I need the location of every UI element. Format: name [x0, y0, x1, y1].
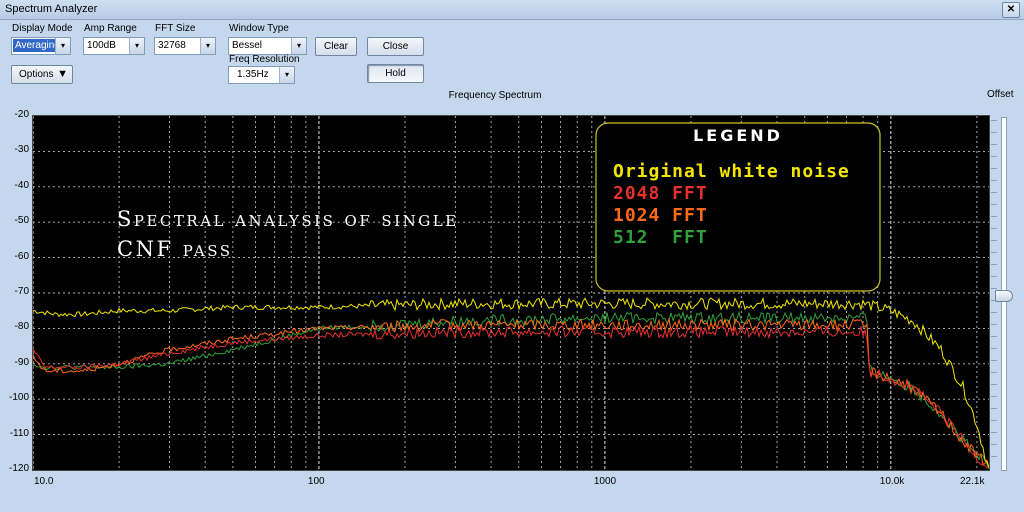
- slider-tick: [991, 456, 997, 457]
- slider-tick: [991, 432, 997, 433]
- chevron-down-icon[interactable]: ▾: [200, 38, 215, 54]
- offset-slider-thumb[interactable]: [995, 290, 1013, 302]
- offset-label: Offset: [987, 89, 1014, 100]
- slider-tick: [991, 252, 997, 253]
- window-type-label: Window Type: [229, 23, 289, 34]
- window-type-select[interactable]: Bessel ▾: [228, 37, 307, 55]
- slider-tick: [991, 180, 997, 181]
- chevron-down-icon[interactable]: ▾: [55, 38, 70, 54]
- slider-tick: [991, 132, 997, 133]
- slider-tick: [991, 396, 997, 397]
- hold-button[interactable]: Hold: [367, 64, 424, 83]
- y-tick-label: -110: [9, 427, 29, 439]
- slider-tick: [991, 312, 997, 313]
- slider-tick: [991, 192, 997, 193]
- slider-tick: [991, 144, 997, 145]
- slider-tick: [991, 408, 997, 409]
- amp-range-select[interactable]: 100dB ▾: [83, 37, 145, 55]
- x-tick-label: 10.0: [34, 476, 54, 487]
- freq-resolution-select[interactable]: 1.35Hz ▾: [228, 66, 295, 84]
- fft-size-select[interactable]: 32768 ▾: [154, 37, 216, 55]
- legend-entry: 1024 FFT: [613, 205, 708, 226]
- x-tick-label: 100: [307, 476, 325, 487]
- spectrum-svg: Spectral analysis of single CNF pass LEGEN…: [32, 116, 990, 470]
- slider-tick: [991, 228, 997, 229]
- freq-resolution-label: Freq Resolution: [229, 54, 300, 65]
- clear-button[interactable]: Clear: [315, 37, 357, 56]
- chevron-down-icon[interactable]: ▾: [279, 67, 294, 83]
- slider-tick: [991, 120, 997, 121]
- chart-title: Frequency Spectrum: [448, 90, 542, 101]
- slider-tick: [991, 324, 997, 325]
- y-tick-label: -20: [14, 109, 29, 120]
- legend-heading: LEGEND: [693, 126, 783, 145]
- y-tick-label: -40: [14, 179, 29, 191]
- amp-range-value: 100dB: [87, 40, 116, 51]
- display-mode-select[interactable]: Averaging ▾: [11, 37, 71, 55]
- display-mode-label: Display Mode: [12, 23, 73, 34]
- options-button[interactable]: Options ▼: [11, 65, 73, 84]
- fft-size-label: FFT Size: [155, 23, 196, 34]
- slider-tick: [991, 360, 997, 361]
- legend-entry: Original white noise: [613, 161, 850, 182]
- annotation-text: CNF pass: [117, 237, 233, 261]
- window-close-button[interactable]: ✕: [1002, 2, 1020, 18]
- slider-tick: [991, 372, 997, 373]
- x-tick-label: 10.0k: [879, 476, 905, 487]
- legend-entry: 2048 FFT: [613, 183, 708, 204]
- series-line-1: [32, 324, 990, 469]
- slider-tick: [991, 168, 997, 169]
- y-tick-label: -90: [14, 356, 29, 368]
- slider-tick: [991, 420, 997, 421]
- slider-tick: [991, 204, 997, 205]
- x-tick-label: 22.1k: [960, 476, 985, 487]
- slider-tick: [991, 264, 997, 265]
- slider-tick: [991, 240, 997, 241]
- legend-entry: 512 FFT: [613, 227, 708, 248]
- slider-tick: [991, 156, 997, 157]
- y-tick-label: -120: [8, 463, 29, 474]
- y-tick-label: -70: [14, 286, 29, 297]
- series-line-3: [32, 310, 990, 470]
- window-title: Spectrum Analyzer: [5, 3, 98, 15]
- y-tick-label: -50: [14, 215, 29, 227]
- spectrum-plot[interactable]: Spectral analysis of single CNF pass LEGEN…: [32, 115, 990, 471]
- annotation-text: Spectral analysis of single: [117, 207, 459, 231]
- fft-size-value: 32768: [158, 40, 186, 51]
- window-type-value: Bessel: [232, 40, 263, 51]
- y-tick-label: -100: [8, 392, 29, 404]
- slider-tick: [991, 288, 997, 289]
- y-tick-label: -30: [14, 144, 29, 156]
- series-line-2: [32, 317, 990, 468]
- close-button[interactable]: Close: [367, 37, 424, 56]
- x-tick-label: 1000: [593, 476, 617, 487]
- y-tick-label: -80: [14, 321, 29, 333]
- slider-tick: [991, 336, 997, 337]
- slider-tick: [991, 276, 997, 277]
- slider-tick: [991, 444, 997, 445]
- title-bar[interactable]: Spectrum Analyzer ✕: [0, 0, 1024, 20]
- chevron-down-icon[interactable]: ▾: [129, 38, 144, 54]
- chevron-down-icon[interactable]: ▾: [291, 38, 306, 54]
- slider-tick: [991, 348, 997, 349]
- slider-tick: [991, 216, 997, 217]
- options-dropdown-icon: ▼: [57, 68, 68, 80]
- spectrum-analyzer-window: Spectrum Analyzer ✕ Display Mode Averagi…: [0, 0, 1024, 512]
- y-tick-label: -60: [14, 250, 29, 262]
- freq-resolution-value: 1.35Hz: [237, 69, 269, 80]
- amp-range-label: Amp Range: [84, 23, 137, 34]
- slider-tick: [991, 384, 997, 385]
- options-label: Options: [19, 69, 54, 80]
